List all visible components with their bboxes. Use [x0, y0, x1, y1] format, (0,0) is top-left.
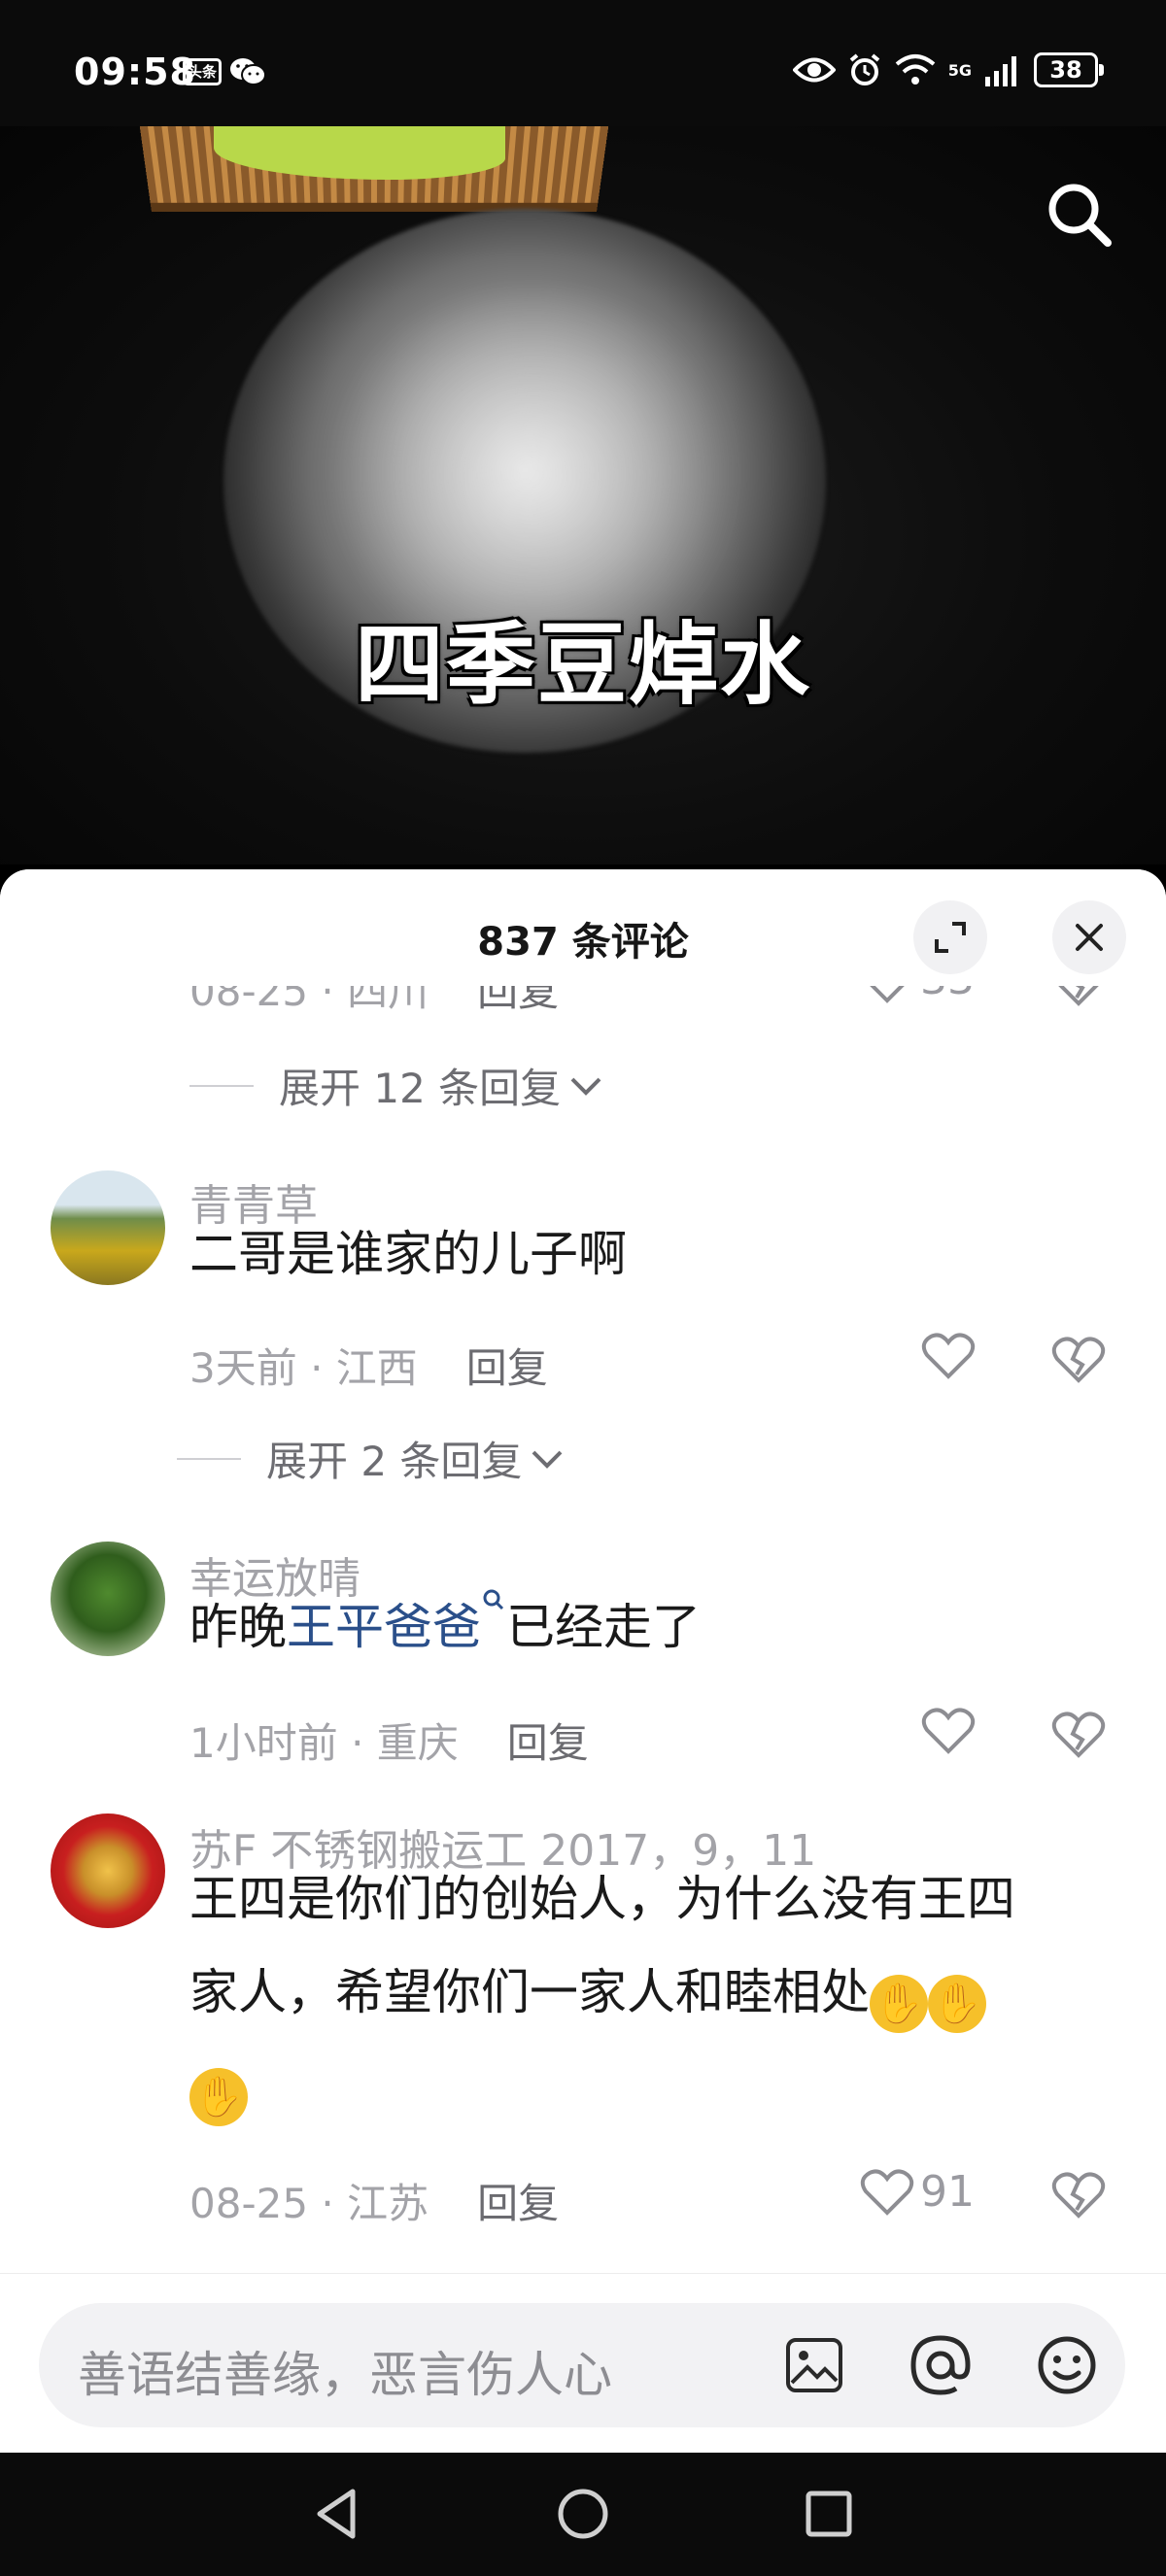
like-count: 91 [920, 2167, 975, 2217]
eye-icon [792, 57, 836, 83]
image-button[interactable] [777, 2328, 851, 2402]
search-icon [1048, 184, 1112, 247]
alarm-icon [849, 53, 880, 85]
recents-button[interactable] [797, 2482, 861, 2546]
wechat-icon [229, 56, 266, 91]
ok-hand-emoji-icon: ✋ [928, 1975, 986, 2033]
network-type: 5G [947, 60, 972, 80]
ok-hand-emoji-icon: ✋ [189, 2068, 248, 2126]
close-sheet-button[interactable] [1052, 900, 1126, 974]
like-button[interactable] [921, 1332, 976, 1380]
wifi-icon [895, 54, 936, 85]
comment-input[interactable]: 善语结善缘，恶言伤人心 [39, 2303, 1125, 2427]
comment-text: 王四是你们的创始人，为什么没有王四 家人，希望你们一家人和睦相处 ✋ ✋ ✋ [189, 1852, 1122, 2132]
comment-text-before: 昨晚 [189, 1599, 287, 1655]
heart-icon [860, 2169, 914, 2216]
like-button[interactable] [921, 1707, 976, 1755]
heart-icon [921, 1708, 976, 1754]
video-caption: 四季豆焯水 [354, 613, 811, 717]
image-icon [786, 2338, 842, 2392]
dislike-button[interactable] [1051, 1711, 1106, 1763]
toutiao-badge-icon: 头条 [183, 58, 222, 85]
battery-icon: 38 [1034, 52, 1104, 87]
expand-replies-label: 展开 2 条回复 [266, 1438, 523, 1485]
expand-sheet-button[interactable] [913, 900, 987, 974]
comment-date: 08-25 · 江苏 [189, 2180, 429, 2227]
broken-heart-icon [1051, 2172, 1106, 2219]
dislike-button[interactable] [1051, 1336, 1106, 1388]
ok-hand-emoji-icon: ✋ [870, 1975, 928, 2033]
heart-icon [921, 1333, 976, 1379]
comment-meta: 3天前 · 江西 回复 [189, 1336, 548, 1395]
reply-button[interactable]: 回复 [507, 1719, 589, 1767]
back-button[interactable] [306, 2482, 370, 2546]
comment-text-line-emoji: ✋ [189, 2039, 1122, 2132]
avatar[interactable] [51, 1170, 165, 1285]
back-triangle-icon [317, 2489, 356, 2539]
status-time: 09:58 [74, 51, 196, 93]
home-button[interactable] [551, 2482, 615, 2546]
system-nav-bar [0, 2453, 1166, 2576]
smiley-icon [1038, 2336, 1096, 2394]
avatar[interactable] [51, 1813, 165, 1928]
avatar[interactable] [51, 1542, 165, 1656]
expand-replies-label: 展开 12 条回复 [279, 1065, 562, 1112]
comment-text-line: 家人，希望你们一家人和睦相处 [189, 1964, 870, 2020]
comment-meta: 08-25 · 江苏 回复 [189, 2171, 559, 2230]
chevron-down-icon [570, 1077, 601, 1096]
comment-input-bar: 善语结善缘，恶言伤人心 [0, 2273, 1166, 2453]
expand-replies-button[interactable]: 展开 2 条回复 [177, 1429, 566, 1488]
video-player[interactable]: 四季豆焯水 [0, 126, 1166, 864]
status-right-icons: 5G 38 [792, 52, 1104, 87]
comment-text-line-with-emoji: 家人，希望你们一家人和睦相处 ✋ ✋ [189, 1946, 1122, 2039]
sheet-header: 837 条评论 [0, 869, 1166, 986]
expand-icon [935, 922, 966, 953]
search-button[interactable] [1040, 175, 1117, 253]
comment-count-title: 837 条评论 [477, 920, 689, 965]
like-button[interactable]: 91 [860, 2167, 975, 2217]
reply-button[interactable]: 回复 [477, 2180, 559, 2227]
broken-heart-icon [1051, 1712, 1106, 1758]
comment-meta: 1小时前 · 重庆 回复 [189, 1711, 589, 1770]
dislike-button[interactable] [1051, 2171, 1106, 2223]
recents-square-icon [806, 2491, 852, 2537]
mention-button[interactable] [904, 2328, 977, 2402]
comment-text: 昨晚王平爸爸 已经走了 [189, 1580, 1122, 1674]
home-circle-icon [558, 2489, 608, 2539]
chevron-down-icon [532, 1450, 563, 1469]
reply-button[interactable]: 回复 [466, 1344, 548, 1392]
search-tag-link[interactable]: 王平爸爸 [287, 1599, 481, 1655]
comment-text: 二哥是谁家的儿子啊 [189, 1226, 627, 1282]
comment-date: 1小时前 · 重庆 [189, 1719, 459, 1767]
close-icon [1076, 924, 1103, 951]
comment-date: 3天前 · 江西 [189, 1344, 418, 1392]
comment-sheet: 837 条评论 08-25 · 四川回复 33 展开 12 条回复 青青草 二哥… [0, 869, 1166, 2453]
comment-text-line: 王四是你们的创始人，为什么没有王四 [189, 1871, 1015, 1927]
status-bar: 09:58 头条 5G 38 [0, 0, 1166, 126]
signal-icon [985, 56, 1016, 86]
expand-replies-button[interactable]: 展开 12 条回复 [189, 1056, 605, 1115]
at-icon [910, 2335, 971, 2395]
search-tag-icon[interactable] [481, 1587, 506, 1626]
broken-heart-icon [1051, 1337, 1106, 1383]
emoji-button[interactable] [1030, 2328, 1104, 2402]
comment-text-after: 已经走了 [506, 1599, 701, 1655]
comment-input-placeholder: 善语结善缘，恶言伤人心 [78, 2347, 612, 2403]
